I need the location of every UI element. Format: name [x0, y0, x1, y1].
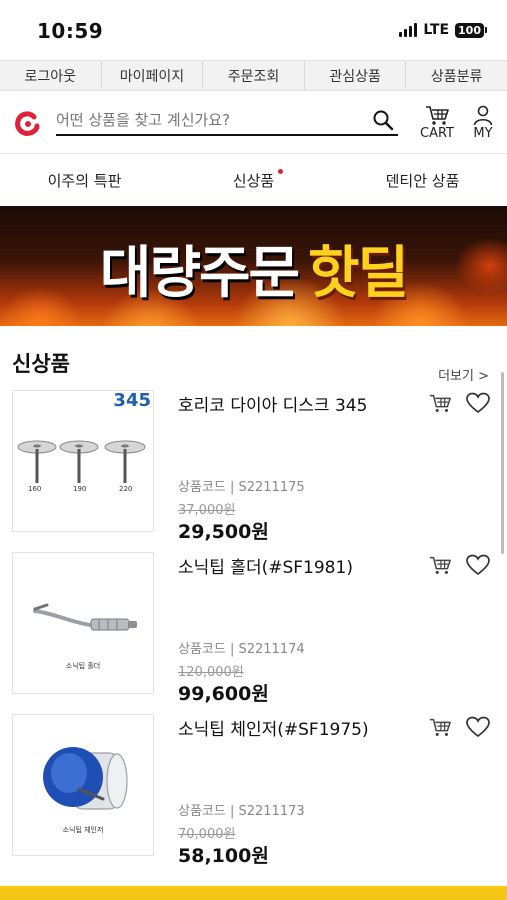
product-thumbnail[interactable]: 소닉팁 홀더 — [12, 552, 154, 694]
original-price: 120,000원 — [178, 665, 244, 680]
product-actions — [428, 554, 490, 576]
disc-image — [17, 440, 146, 483]
search-box — [56, 106, 398, 136]
my-label: MY — [473, 126, 493, 141]
new-indicator-dot — [278, 169, 283, 174]
search-icon[interactable] — [372, 109, 394, 131]
product-item[interactable]: 소닉팁 홀더 소닉팁 홀더(#SF1981) 상품코드 | S2211174 1… — [12, 552, 495, 705]
add-to-cart-icon[interactable] — [428, 716, 452, 738]
status-indicators: LTE 100 — [399, 22, 487, 38]
heart-icon[interactable] — [466, 554, 490, 576]
battery-level: 100 — [455, 22, 484, 38]
product-item[interactable]: 345 160 190 220 호리코 다이아 디스크 345 상품코드 | S… — [12, 390, 495, 543]
add-to-cart-icon[interactable] — [428, 392, 452, 414]
menu-mypage[interactable]: 마이페이지 — [102, 61, 204, 90]
sale-price: 99,600원 — [178, 683, 269, 705]
product-name[interactable]: 호리코 다이아 디스크 345 — [178, 391, 367, 416]
cart-icon — [426, 106, 449, 125]
logo-icon[interactable] — [14, 108, 40, 138]
bottom-bar[interactable] — [0, 886, 507, 900]
banner-headline: 대량주문 핫딜 — [0, 228, 507, 309]
holder-image — [33, 603, 137, 631]
network-label: LTE — [423, 22, 450, 38]
tab-weekly-special[interactable]: 이주의 특판 — [0, 155, 169, 205]
banner-text-white: 대량주문 — [99, 241, 300, 306]
product-code: 상품코드 | S2211173 — [178, 804, 305, 819]
product-code: 상품코드 | S2211174 — [178, 642, 305, 657]
section-title: 신상품 — [12, 352, 70, 376]
sale-price: 29,500원 — [178, 521, 269, 543]
thumb-caption: 소닉팁 체인저 — [62, 826, 104, 834]
tab-new-products[interactable]: 신상품 — [169, 155, 338, 205]
thumb-label: 190 — [73, 485, 87, 493]
original-price: 37,000원 — [178, 503, 236, 518]
more-link[interactable]: 더보기 > — [438, 365, 489, 384]
heart-icon[interactable] — [466, 716, 490, 738]
original-price: 70,000원 — [178, 827, 236, 842]
tab-dentian-products[interactable]: 덴티안 상품 — [338, 155, 507, 205]
product-actions — [428, 716, 490, 738]
product-actions — [428, 392, 490, 414]
user-icon — [473, 105, 493, 126]
product-thumbnail[interactable]: 345 160 190 220 — [12, 390, 154, 532]
sale-price: 58,100원 — [178, 845, 269, 867]
add-to-cart-icon[interactable] — [428, 554, 452, 576]
battery-icon: 100 — [455, 22, 487, 38]
product-name[interactable]: 소닉팁 체인저(#SF1975) — [178, 715, 369, 740]
menu-order-lookup[interactable]: 주문조회 — [203, 61, 305, 90]
menu-logout[interactable]: 로그아웃 — [0, 61, 102, 90]
menu-wishlist[interactable]: 관심상품 — [305, 61, 407, 90]
thumb-label: 220 — [119, 485, 133, 493]
category-tabs: 이주의 특판 신상품 덴티안 상품 — [0, 155, 507, 205]
header: CART MY — [0, 92, 507, 154]
cart-label: CART — [420, 126, 454, 141]
top-menu: 로그아웃 마이페이지 주문조회 관심상품 상품분류 — [0, 60, 507, 91]
tab-label: 덴티안 상품 — [385, 171, 460, 190]
my-button[interactable]: MY — [472, 104, 494, 141]
signal-icon — [399, 23, 418, 37]
search-input[interactable] — [56, 106, 356, 134]
status-time: 10:59 — [37, 19, 104, 43]
promo-banner[interactable]: 대량주문 핫딜 — [0, 206, 507, 326]
thumb-caption: 소닉팁 홀더 — [65, 662, 101, 670]
product-item[interactable]: 소닉팁 체인저 소닉팁 체인저(#SF1975) 상품코드 | S2211173… — [12, 714, 495, 867]
tab-label: 이주의 특판 — [47, 171, 122, 190]
product-name[interactable]: 소닉팁 홀더(#SF1981) — [178, 553, 353, 578]
scrollbar[interactable] — [501, 372, 504, 554]
cart-button[interactable]: CART — [420, 104, 454, 141]
tab-label: 신상품 — [232, 171, 275, 190]
product-thumbnail[interactable]: 소닉팁 체인저 — [12, 714, 154, 856]
menu-categories[interactable]: 상품분류 — [406, 61, 507, 90]
status-bar: 10:59 LTE 100 — [0, 0, 507, 60]
banner-text-yellow: 핫딜 — [308, 241, 409, 306]
product-code: 상품코드 | S2211175 — [178, 480, 305, 495]
heart-icon[interactable] — [466, 392, 490, 414]
thumb-label: 160 — [28, 485, 42, 493]
